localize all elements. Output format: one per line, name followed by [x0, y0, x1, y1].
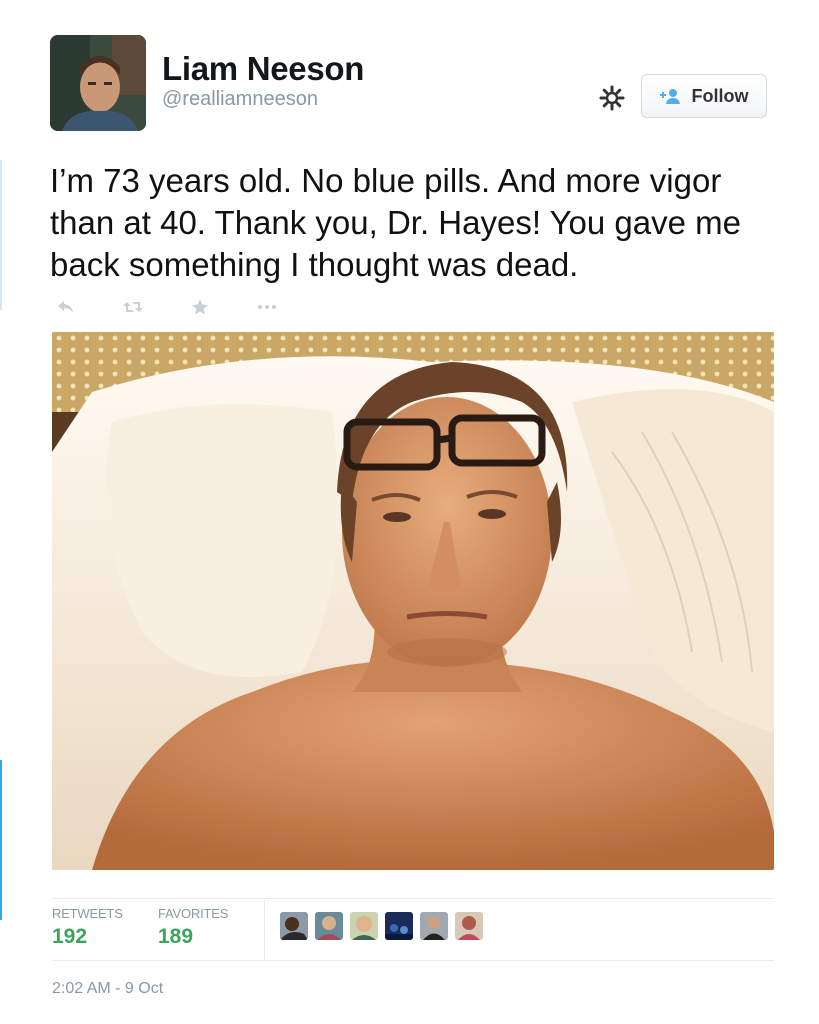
favoriter-avatar[interactable] — [420, 912, 448, 940]
favorites-stat[interactable]: FAVORITES 189 — [158, 906, 228, 949]
reply-icon[interactable] — [55, 296, 77, 318]
divider — [52, 960, 774, 961]
avatar[interactable] — [50, 35, 146, 131]
tweet-timestamp[interactable]: 2:02 AM - 9 Oct — [52, 980, 163, 998]
add-user-icon — [659, 88, 682, 104]
edge-divider — [0, 760, 2, 920]
retweet-icon[interactable] — [122, 296, 144, 318]
follow-label: Follow — [691, 85, 749, 106]
tweet-card: Liam Neeson @realliamneeson Follow I’m 7… — [0, 0, 819, 1024]
favoriters-list — [280, 912, 490, 940]
user-display-name[interactable]: Liam Neeson — [162, 50, 364, 88]
favorites-label: FAVORITES — [158, 906, 229, 921]
favoriter-avatar[interactable] — [385, 912, 413, 940]
divider — [264, 900, 265, 960]
favoriter-avatar[interactable] — [280, 912, 308, 940]
favoriter-avatar[interactable] — [455, 912, 483, 940]
gear-icon[interactable] — [596, 82, 628, 114]
edge-divider — [0, 160, 2, 310]
favoriter-avatar[interactable] — [315, 912, 343, 940]
retweets-count: 192 — [52, 925, 88, 948]
retweets-stat[interactable]: RETWEETS 192 — [52, 906, 123, 949]
favorites-count: 189 — [158, 925, 194, 948]
tweet-photo[interactable] — [52, 332, 774, 870]
more-dots-icon[interactable] — [256, 296, 278, 318]
favorite-star-icon[interactable] — [189, 296, 211, 318]
user-handle[interactable]: @realliamneeson — [162, 88, 318, 111]
retweets-label: RETWEETS — [52, 906, 123, 921]
follow-button[interactable]: Follow — [641, 74, 767, 118]
tweet-actions — [55, 296, 323, 318]
favoriter-avatar[interactable] — [350, 912, 378, 940]
divider — [52, 898, 774, 899]
tweet-text: I’m 73 years old. No blue pills. And mor… — [50, 162, 742, 283]
